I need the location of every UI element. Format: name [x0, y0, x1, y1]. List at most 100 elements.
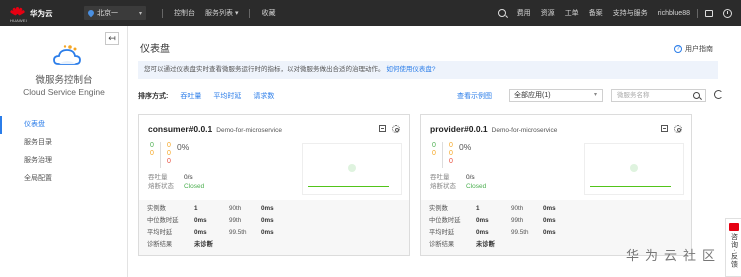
chart-baseline [590, 186, 671, 187]
billing-link[interactable]: 费用 [517, 8, 531, 18]
divider [162, 8, 163, 18]
resources-link[interactable]: 资源 [541, 8, 555, 18]
stat-label: 中位数时延 [429, 217, 461, 224]
stat-label: 实例数 [147, 205, 166, 212]
feedback-icon [728, 223, 739, 231]
sidebar-item-service-catalog[interactable]: 服务目录 [0, 134, 128, 152]
percentile-value: 0ms [543, 205, 556, 212]
sort-by-requests[interactable]: 请求数 [253, 91, 274, 101]
monitor-icon[interactable] [379, 125, 386, 132]
instance-counts: 00 000 [430, 142, 455, 168]
circuit-breaker-status: Closed [466, 183, 487, 190]
microservice-search-input[interactable]: 微服务名称 [611, 89, 706, 102]
divider [697, 8, 698, 18]
user-guide-link[interactable]: ? 用户指南 [674, 44, 713, 54]
microservice-card[interactable]: provider#0.0.1 Demo-for-microservice 00 … [420, 114, 692, 256]
sidebar-item-service-governance[interactable]: 服务治理 [0, 152, 128, 170]
watermark: 华为云社区 [625, 248, 721, 263]
circuit-breaker-status: Closed [184, 183, 205, 190]
monitor-icon[interactable] [661, 125, 668, 132]
microservice-card[interactable]: consumer#0.0.1 Demo-for-microservice 00 … [138, 114, 410, 256]
sidebar-menu: 仪表盘 服务目录 服务治理 全局配置 [0, 116, 128, 188]
gear-icon[interactable] [392, 125, 400, 133]
stat-row: 诊断结果 未诊断 [147, 239, 401, 251]
card-actions [661, 125, 682, 133]
stat-value: 未诊断 [194, 241, 213, 248]
cloud-service-logo-icon [53, 45, 81, 65]
count-green: 0 [150, 142, 154, 149]
application-select[interactable]: 全部应用(1) ▾ [509, 89, 603, 102]
sort-by-throughput[interactable]: 吞吐量 [180, 91, 201, 101]
info-text: 您可以通过仪表盘实时查看微服务运行时的指标，以对微服务做出合适的治理动作。 [144, 66, 385, 73]
page-title: 仪表盘 [140, 44, 170, 55]
stat-value: 0ms [476, 229, 489, 236]
gear-icon[interactable] [674, 125, 682, 133]
stat-value: 未诊断 [476, 241, 495, 248]
microservice-name[interactable]: provider#0.0.1 [430, 124, 488, 134]
percentile-value: 0ms [261, 229, 274, 236]
refresh-icon[interactable] [714, 90, 723, 99]
huawei-cloud-logo[interactable]: HUAWEI 华为云 [0, 7, 72, 23]
chart-baseline [308, 186, 389, 187]
card-header: consumer#0.0.1 Demo-for-microservice [148, 124, 282, 134]
stat-label: 平均时延 [429, 229, 455, 236]
stat-label: 诊断结果 [429, 241, 455, 248]
circuit-breaker-label: 熔断状态 [148, 183, 174, 190]
count-orange: 0 [449, 150, 453, 157]
chart-dot [348, 164, 356, 172]
percentile-label: 90th [229, 205, 242, 212]
stat-row: 中位数时延 0ms 99th 0ms [147, 215, 401, 227]
percentile-value: 0ms [261, 205, 274, 212]
card-metrics: 吞吐量 0/s 熔断状态 Closed [430, 173, 486, 191]
throughput-label: 吞吐量 [148, 174, 168, 181]
service-title: 微服务控制台 [35, 75, 93, 86]
percentile-value: 0ms [543, 229, 556, 236]
view-example-link[interactable]: 查看示例图 [457, 91, 492, 101]
chevron-down-icon: ▾ [138, 10, 142, 17]
search-icon[interactable] [693, 92, 700, 99]
sidebar: ↤ 微服务控制台 Cloud Service Engine 仪表盘 服务目录 服… [0, 26, 128, 277]
count-red: 0 [449, 158, 453, 165]
icp-filing-link[interactable]: 备案 [589, 8, 603, 18]
region-selector[interactable]: 北京一 ▾ [84, 6, 146, 20]
tickets-link[interactable]: 工单 [565, 8, 579, 18]
application-name: Demo-for-microservice [491, 127, 558, 134]
stat-value: 1 [194, 205, 198, 212]
message-icon[interactable] [705, 9, 713, 17]
stat-value: 0ms [194, 217, 207, 224]
search-icon[interactable] [497, 9, 506, 17]
sidebar-item-dashboard[interactable]: 仪表盘 [0, 116, 128, 134]
microservice-name[interactable]: consumer#0.0.1 [148, 124, 212, 134]
collapse-sidebar-button[interactable]: ↤ [105, 32, 119, 45]
divider [160, 142, 161, 168]
sort-toolbar: 排序方式: 吞吐量 平均时延 请求数 查看示例图 全部应用(1) ▾ 微服务名称 [138, 88, 734, 104]
feedback-float-button[interactable]: 咨询·反馈 [725, 218, 741, 277]
count-orange: 0 [167, 150, 171, 157]
application-select-value: 全部应用(1) [514, 92, 551, 99]
service-list-menu[interactable]: 服务列表 ▾ [205, 8, 238, 18]
top-right-links: 费用 资源 工单 备案 支持与服务 richblue88 [492, 0, 737, 26]
favorites-link[interactable]: 收藏 [261, 8, 275, 18]
logo-text: HUAWEI [10, 18, 28, 23]
stat-label: 诊断结果 [147, 241, 173, 248]
stat-label: 中位数时延 [147, 217, 179, 224]
sidebar-item-global-config[interactable]: 全局配置 [0, 170, 128, 188]
feedback-label: 咨询·反馈 [730, 233, 738, 269]
stat-value: 0ms [476, 217, 489, 224]
username[interactable]: richblue88 [658, 10, 690, 17]
count-orange: 0 [150, 150, 154, 157]
console-link[interactable]: 控制台 [174, 8, 195, 18]
divider [442, 142, 443, 168]
count-green: 0 [432, 142, 436, 149]
how-to-use-link[interactable]: 如何使用仪表盘? [386, 66, 435, 73]
top-nav-bar: HUAWEI 华为云 北京一 ▾ 控制台 服务列表 ▾ 收藏 费用 资源 工单 … [0, 0, 741, 26]
clock-icon[interactable] [723, 8, 732, 18]
support-link[interactable]: 支持与服务 [613, 8, 648, 18]
error-percent: 0% [177, 142, 190, 152]
help-icon: ? [674, 45, 682, 53]
sort-by-avg-latency[interactable]: 平均时延 [213, 91, 241, 101]
stat-row: 平均时延 0ms 99.5th 0ms [147, 227, 401, 239]
card-actions [379, 125, 400, 133]
sort-label: 排序方式: [138, 93, 169, 100]
main-content: 仪表盘 ? 用户指南 您可以通过仪表盘实时查看微服务运行时的指标，以对微服务做出… [128, 26, 741, 277]
